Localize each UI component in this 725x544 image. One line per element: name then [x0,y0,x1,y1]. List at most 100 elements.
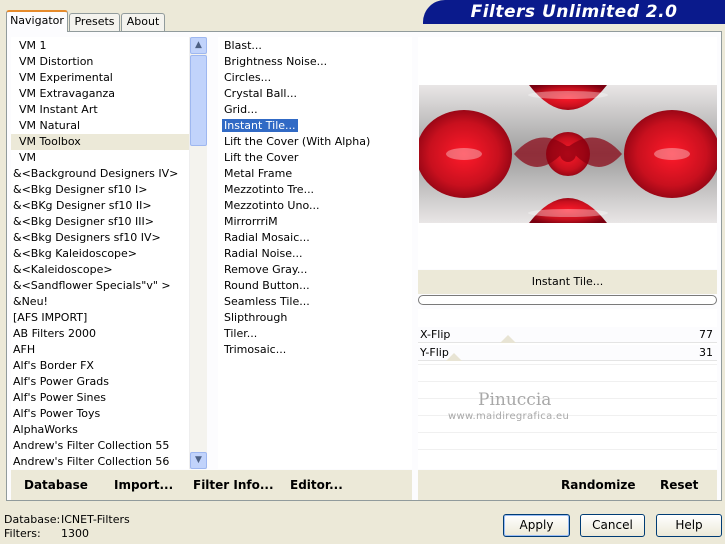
scroll-down-icon[interactable]: ▼ [190,452,207,469]
banner-title: Filters Unlimited 2.0 [423,0,725,24]
filter-item[interactable]: Blast... [222,38,412,54]
scroll-up-icon[interactable]: ▲ [190,37,207,54]
category-item[interactable]: &<Bkg Designers sf10 IV> [11,230,189,246]
filter-item-label: Instant Tile... [222,119,298,132]
reset-button[interactable]: Reset [660,478,698,492]
category-scrollbar[interactable]: ▲ ▼ [189,37,207,469]
category-item[interactable]: Alf's Power Grads [11,374,189,390]
filter-item-label: Radial Mosaic... [224,231,310,244]
category-item[interactable]: &<Background Designers IV> [11,166,189,182]
filter-item[interactable]: Crystal Ball... [222,86,412,102]
preview-image [419,85,717,223]
category-item[interactable]: VM Natural [11,118,189,134]
cancel-button[interactable]: Cancel [580,514,645,537]
filter-item-label: Grid... [224,103,258,116]
filter-item-label: Slipthrough [224,311,288,324]
param-label-x-flip: X-Flip [420,328,451,341]
filter-item-label: Tiler... [224,327,258,340]
param-row-x-flip[interactable]: X-Flip 77 [418,327,717,343]
status-filters-label: Filters: [4,527,41,540]
filter-item-label: MirrorrriM [224,215,278,228]
category-item[interactable]: &<Bkg Designer sf10 III> [11,214,189,230]
filter-item[interactable]: Radial Noise... [222,246,412,262]
filter-item[interactable]: Mezzotinto Tre... [222,182,412,198]
filter-item[interactable]: Metal Frame [222,166,412,182]
filter-item-label: Lift the Cover [224,151,299,164]
filter-item-label: Seamless Tile... [224,295,310,308]
randomize-button[interactable]: Randomize [561,478,635,492]
filter-item[interactable]: Round Button... [222,278,412,294]
status-database-label: Database: [4,513,61,526]
category-item[interactable]: AFH [11,342,189,358]
filter-item[interactable]: Instant Tile... [222,118,412,134]
filter-item-label: Remove Gray... [224,263,308,276]
filter-item-label: Radial Noise... [224,247,303,260]
filter-item[interactable]: Trimosaic... [222,342,412,358]
filter-item[interactable]: MirrorrriM [222,214,412,230]
status-filters-value: 1300 [61,527,89,540]
category-item[interactable]: VM 1 [11,38,189,54]
filter-item[interactable]: Circles... [222,70,412,86]
category-list[interactable]: VM 1 VM Distortion VM Experimental VM Extra… [11,37,189,469]
tab-navigator[interactable]: Navigator [6,10,68,32]
filter-item[interactable]: Lift the Cover [222,150,412,166]
filter-item-label: Brightness Noise... [224,55,328,68]
category-item[interactable]: &<Bkg Designer sf10 I> [11,182,189,198]
filter-name-label: Instant Tile... [418,270,717,294]
filter-item[interactable]: Radial Mosaic... [222,230,412,246]
category-item[interactable]: VM Instant Art [11,102,189,118]
filter-item-label: Trimosaic... [224,343,287,356]
category-item[interactable]: Alf's Power Toys [11,406,189,422]
import-button[interactable]: Import... [114,478,173,492]
category-item[interactable]: Alf's Border FX [11,358,189,374]
tab-presets[interactable]: Presets [69,13,120,31]
category-item[interactable]: VM Experimental [11,70,189,86]
slider-y-flip[interactable] [446,353,462,361]
filter-item-label: Blast... [224,39,262,52]
filter-info-button[interactable]: Filter Info... [193,478,274,492]
param-value-x-flip: 77 [699,328,713,341]
category-item[interactable]: Andrew's Filter Collection 55 [11,438,189,454]
category-item[interactable]: VM Toolbox [11,134,189,150]
category-item[interactable]: VM Extravaganza [11,86,189,102]
param-row-y-flip[interactable]: Y-Flip 31 [418,345,717,361]
filter-item[interactable]: Tiler... [222,326,412,342]
category-item[interactable]: &Neu! [11,294,189,310]
category-item[interactable]: AB Filters 2000 [11,326,189,342]
filter-item-label: Round Button... [224,279,310,292]
category-item[interactable]: &<Kaleidoscope> [11,262,189,278]
category-item[interactable]: &<BKg Designer sf10 II> [11,198,189,214]
category-item[interactable]: Andrew's Filter Collection 56 [11,454,189,469]
filter-item[interactable]: Mezzotinto Uno... [222,198,412,214]
database-button[interactable]: Database [24,478,88,492]
editor-button[interactable]: Editor... [290,478,343,492]
category-item[interactable]: VM Distortion [11,54,189,70]
progress-bar [418,295,717,305]
filter-item[interactable]: Slipthrough [222,310,412,326]
param-value-y-flip: 31 [699,346,713,359]
category-item[interactable]: Alf's Power Sines [11,390,189,406]
filter-item[interactable]: Seamless Tile... [222,294,412,310]
category-item[interactable]: &<Bkg Kaleidoscope> [11,246,189,262]
category-item[interactable]: VM [11,150,189,166]
scroll-thumb[interactable] [190,55,207,146]
slider-x-flip[interactable] [500,335,516,343]
filter-list[interactable]: Blast... Brightness Noise... Circles... Cry… [218,37,412,469]
status-database-value: ICNET-Filters [61,513,130,526]
filter-item[interactable]: Grid... [222,102,412,118]
filter-item[interactable]: Lift the Cover (With Alpha) [222,134,412,150]
help-button[interactable]: Help [656,514,722,537]
apply-button[interactable]: Apply [503,514,570,537]
filter-item-label: Metal Frame [224,167,293,180]
preview-area [418,37,717,269]
filter-item[interactable]: Brightness Noise... [222,54,412,70]
category-item[interactable]: AlphaWorks [11,422,189,438]
filter-item-label: Circles... [224,71,272,84]
filter-item-label: Crystal Ball... [224,87,297,100]
param-label-y-flip: Y-Flip [420,346,449,359]
category-item[interactable]: [AFS IMPORT] [11,310,189,326]
tab-about[interactable]: About [121,13,165,31]
filter-item-label: Mezzotinto Tre... [224,183,315,196]
filter-item[interactable]: Remove Gray... [222,262,412,278]
category-item[interactable]: &<Sandflower Specials"v" > [11,278,189,294]
